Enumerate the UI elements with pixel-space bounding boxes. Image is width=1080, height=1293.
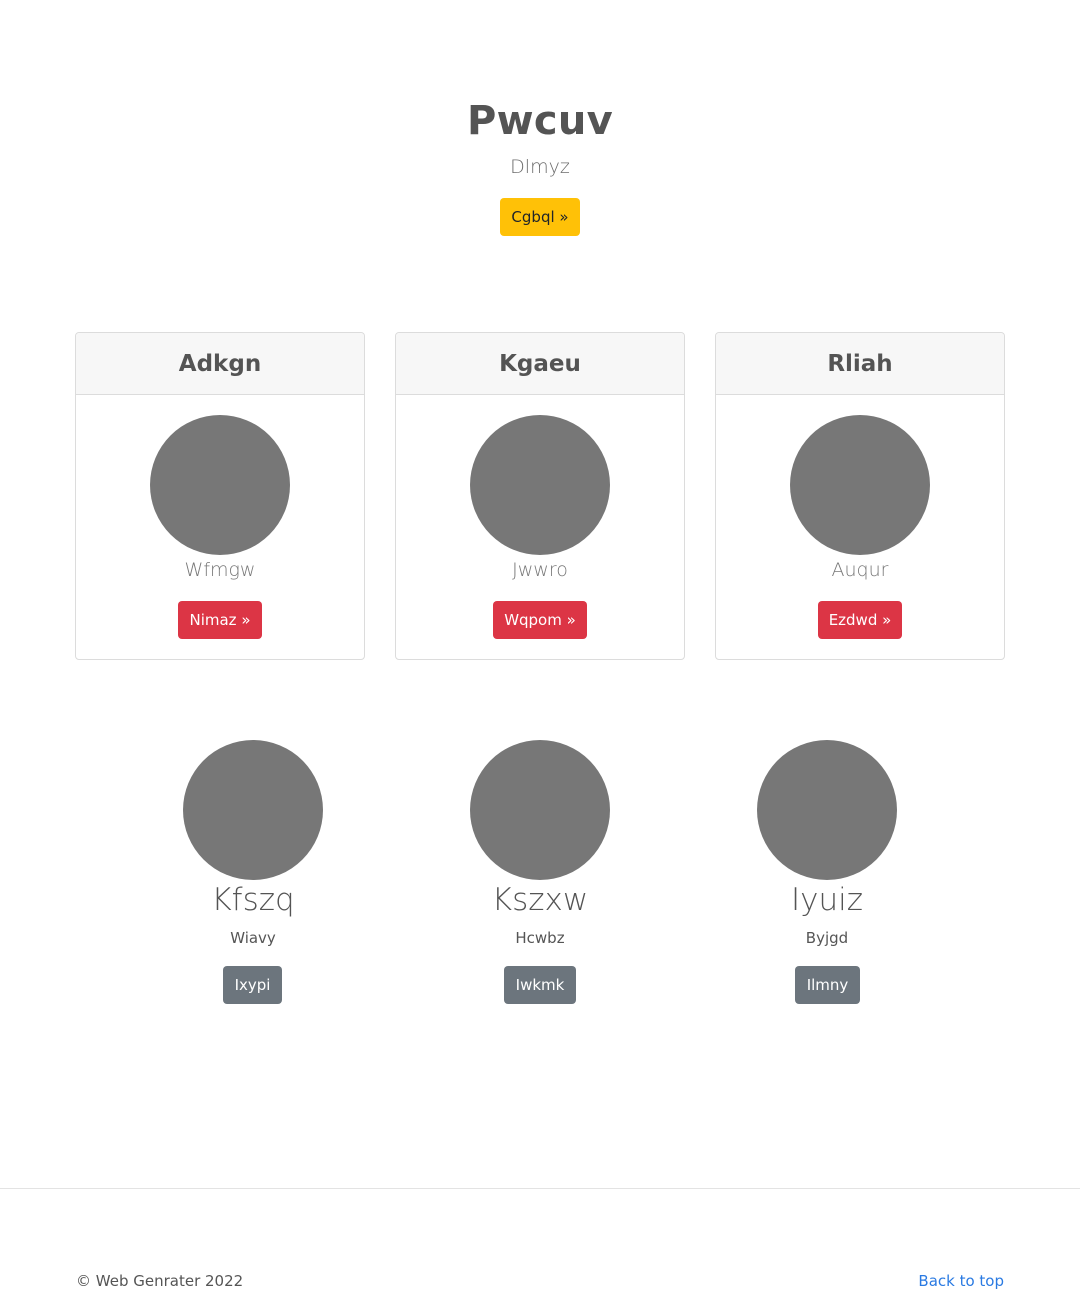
feature-card: Kgaeu Jwwro Wqpom » xyxy=(395,332,685,660)
back-to-top-link[interactable]: Back to top xyxy=(918,1272,1004,1290)
page-subtitle: Dlmyz xyxy=(510,156,570,178)
card-image-placeholder xyxy=(790,415,930,555)
card-text: Auqur xyxy=(831,559,889,581)
card-button[interactable]: Ezdwd » xyxy=(818,601,902,639)
person-role: Hcwbz xyxy=(515,929,565,947)
person-avatar xyxy=(757,740,897,880)
card-image-placeholder xyxy=(150,415,290,555)
card-header: Kgaeu xyxy=(396,333,684,395)
card-header: Adkgn xyxy=(76,333,364,395)
person-avatar xyxy=(470,740,610,880)
card-button[interactable]: Wqpom » xyxy=(493,601,587,639)
person-name: Kszxw xyxy=(491,882,589,918)
page-title: Pwcuv xyxy=(466,98,614,144)
feature-card: Adkgn Wfmgw Nimaz » xyxy=(75,332,365,660)
person-button[interactable]: Iwkmk xyxy=(504,966,576,1004)
person-name: Kfszq xyxy=(211,882,295,918)
person-role: Byjgd xyxy=(805,929,849,947)
footer-divider xyxy=(0,1188,1080,1189)
feature-card: Rliah Auqur Ezdwd » xyxy=(715,332,1005,660)
person-role: Wiavy xyxy=(230,929,276,947)
card-text: Wfmgw xyxy=(184,559,256,581)
person-avatar xyxy=(183,740,323,880)
hero-button[interactable]: Cgbql » xyxy=(500,198,580,236)
card-text: Jwwro xyxy=(512,559,568,581)
card-button[interactable]: Nimaz » xyxy=(178,601,262,639)
person-button[interactable]: Ilmny xyxy=(795,966,860,1004)
card-image-placeholder xyxy=(470,415,610,555)
person-name: Iyuiz xyxy=(790,882,864,918)
copyright-text: © Web Genrater 2022 xyxy=(76,1272,244,1290)
card-header: Rliah xyxy=(716,333,1004,395)
person-button[interactable]: Ixypi xyxy=(223,966,282,1004)
